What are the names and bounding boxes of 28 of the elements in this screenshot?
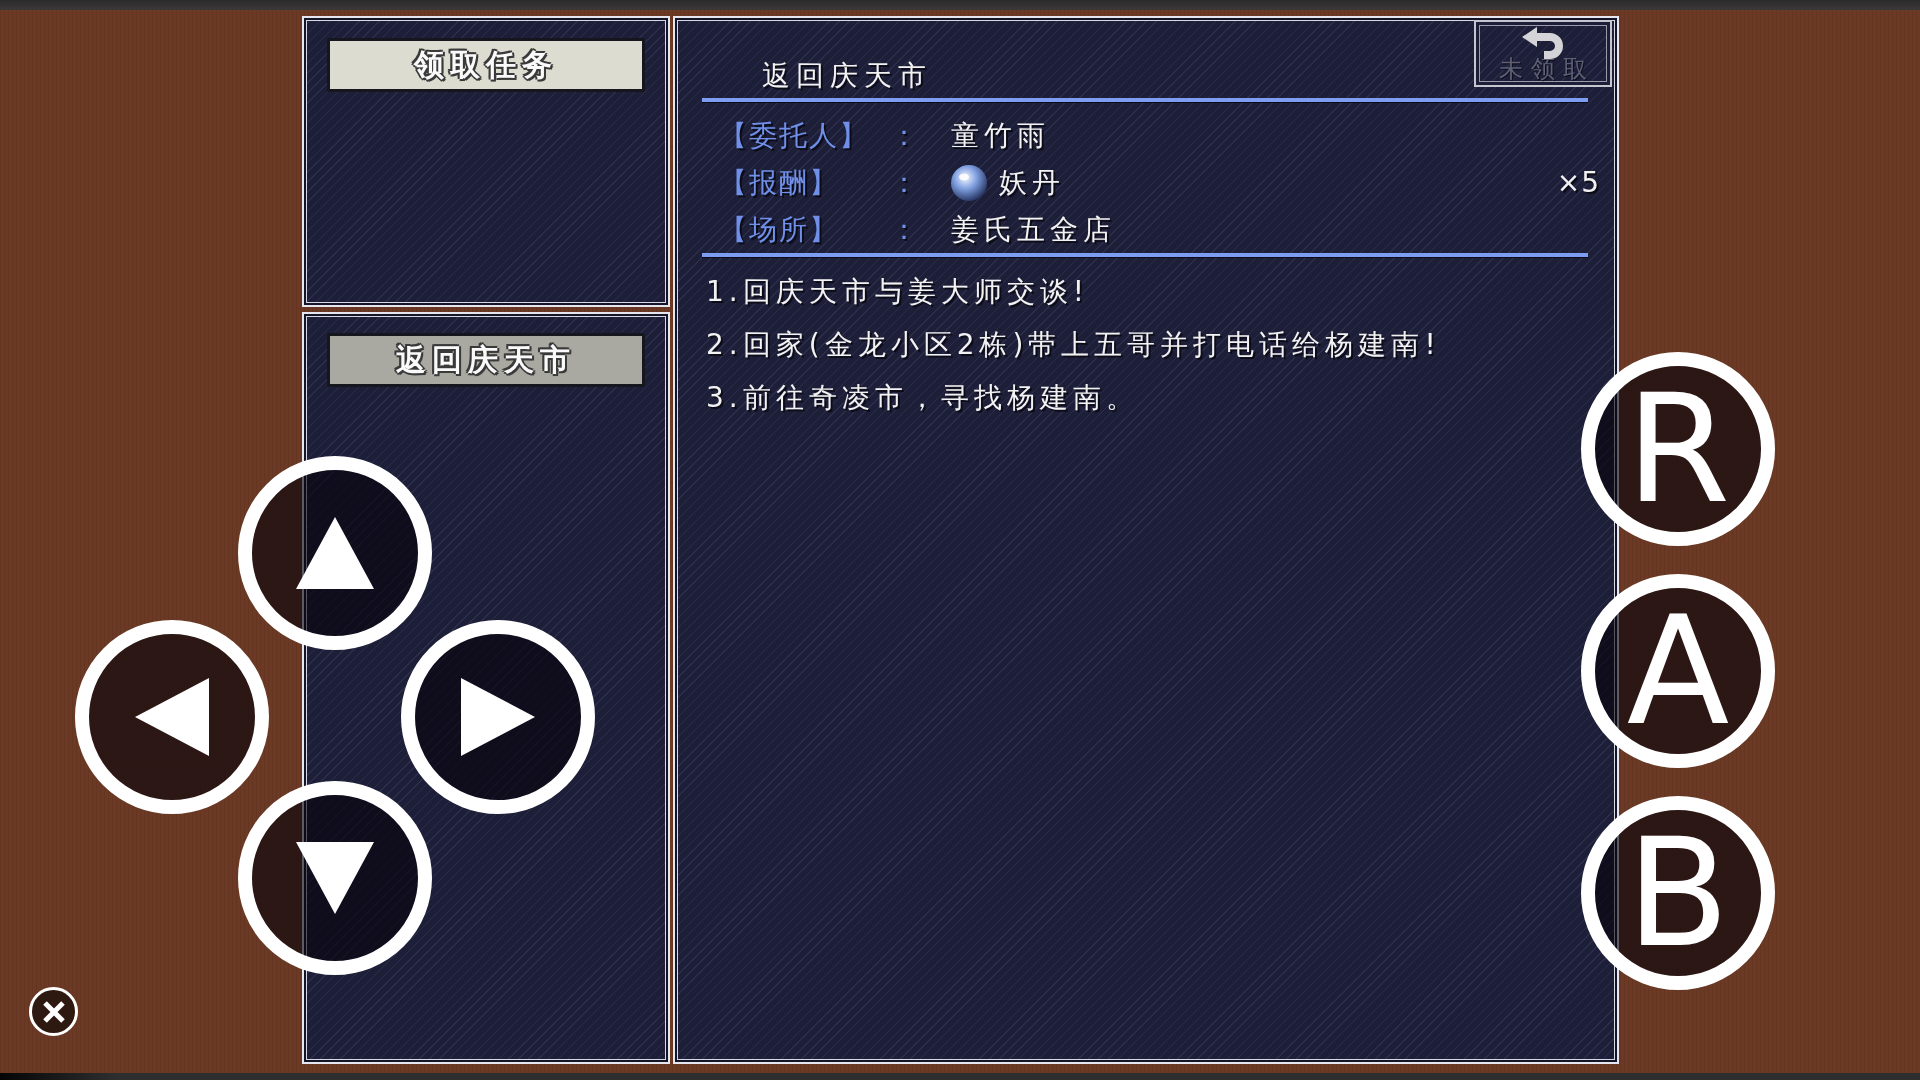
quest-step: 2.回家(金龙小区2栋)带上五哥并打电话给杨建南! (706, 318, 1441, 371)
up-triangle-icon (296, 517, 374, 589)
info-label: 【报酬】 (719, 164, 840, 201)
down-triangle-icon (296, 842, 374, 914)
dpad-up-button[interactable] (238, 456, 432, 650)
left-triangle-icon (135, 678, 209, 756)
orb-icon (951, 164, 987, 201)
close-icon (42, 1000, 65, 1023)
info-colon: ： (890, 117, 919, 154)
action-button[interactable]: B (1581, 796, 1775, 990)
quest-step: 3.前往奇凌市，寻找杨建南。 (706, 371, 1139, 424)
info-label: 【场所】 (719, 211, 840, 248)
info-label: 【委托人】 (719, 117, 870, 154)
dpad-down-button[interactable] (238, 781, 432, 975)
action-button[interactable]: R (1581, 352, 1775, 546)
dpad-right-button[interactable] (401, 620, 595, 814)
info-colon: ： (890, 211, 919, 248)
curved-arrow-icon (1522, 27, 1564, 59)
close-button[interactable] (29, 987, 78, 1036)
info-value: 妖丹 (999, 164, 1065, 201)
item-quantity: ×5 (1556, 166, 1600, 199)
right-triangle-icon (461, 678, 535, 756)
action-button[interactable]: A (1581, 574, 1775, 768)
info-value: 童竹雨 (951, 117, 1051, 154)
info-value: 姜氏五金店 (951, 211, 1117, 248)
quest-title: 返回庆天市 (762, 59, 932, 92)
info-colon: ： (890, 164, 919, 201)
quest-step: 1.回庆天市与姜大师交谈! (706, 265, 1089, 318)
